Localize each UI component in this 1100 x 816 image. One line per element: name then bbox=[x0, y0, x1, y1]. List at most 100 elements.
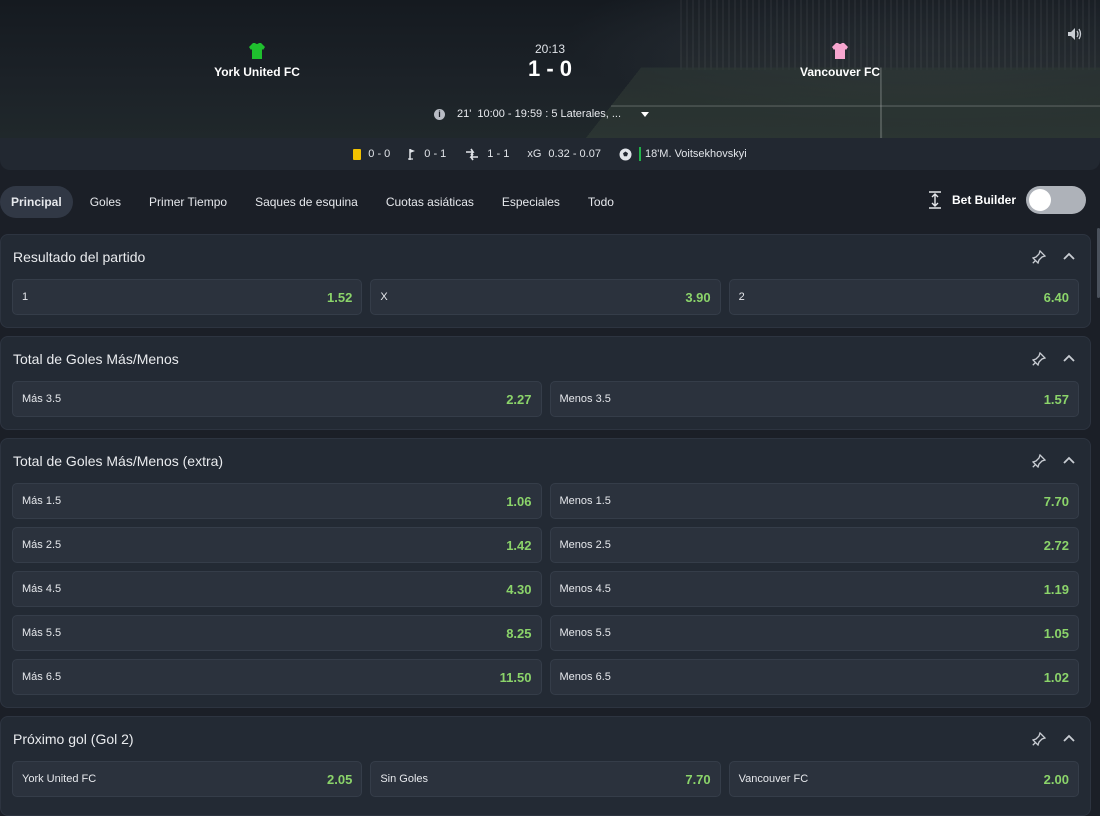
odd-label: Más 6.5 bbox=[22, 671, 62, 683]
odd-button[interactable]: X 3.90 bbox=[370, 279, 721, 315]
goal-scorer-stat: 18'M. Voitsekhovskyi bbox=[619, 147, 747, 161]
bet-builder: Bet Builder bbox=[928, 186, 1087, 214]
odd-button[interactable]: Menos 5.5 1.05 bbox=[549, 615, 1079, 651]
odd-value: 6.40 bbox=[1043, 289, 1069, 305]
odd-button[interactable]: Vancouver FC 2.00 bbox=[728, 761, 1079, 797]
pin-icon[interactable] bbox=[1032, 250, 1046, 264]
odd-button[interactable]: Más 2.5 1.42 bbox=[12, 527, 542, 563]
odd-button[interactable]: Más 3.5 2.27 bbox=[12, 381, 542, 417]
odd-value: 1.42 bbox=[506, 537, 532, 553]
odd-button[interactable]: Más 4.5 4.30 bbox=[12, 571, 542, 607]
bet-builder-label: Bet Builder bbox=[952, 193, 1017, 207]
odd-label: Vancouver FC bbox=[738, 773, 809, 785]
odd-button[interactable]: Más 5.5 8.25 bbox=[12, 615, 542, 651]
odd-value: 1.02 bbox=[1043, 669, 1069, 685]
goal-marker bbox=[638, 147, 641, 161]
odd-label: Menos 1.5 bbox=[559, 495, 611, 507]
bet-builder-toggle[interactable] bbox=[1026, 186, 1087, 214]
corner-flag-icon bbox=[408, 149, 416, 160]
match-clock: 20:13 bbox=[534, 42, 566, 56]
away-shirt-icon bbox=[832, 43, 848, 59]
odds-row: 1 1.52 X 3.90 2 6.40 bbox=[1, 279, 1090, 315]
toggle-knob bbox=[1029, 189, 1052, 211]
pin-icon[interactable] bbox=[1032, 732, 1046, 746]
odd-value: 1.06 bbox=[506, 493, 532, 509]
market-tabs: Principal Goles Primer Tiempo Saques de … bbox=[0, 186, 628, 218]
tab-primer-tiempo[interactable]: Primer Tiempo bbox=[135, 186, 241, 218]
odd-button[interactable]: Más 6.5 11.50 bbox=[12, 659, 542, 695]
tab-especiales[interactable]: Especiales bbox=[488, 186, 574, 218]
odd-label: Más 2.5 bbox=[22, 539, 62, 551]
odds-row: Más 5.5 8.25 Menos 5.5 1.05 bbox=[1, 615, 1090, 651]
pin-icon[interactable] bbox=[1032, 454, 1046, 468]
odd-button[interactable]: Menos 6.5 1.02 bbox=[549, 659, 1079, 695]
xg-stat: xG 0.32 - 0.07 bbox=[527, 148, 601, 160]
xg-label: xG bbox=[527, 148, 542, 160]
chevron-up-icon[interactable] bbox=[1063, 353, 1075, 363]
odd-value: 1.19 bbox=[1043, 581, 1069, 597]
match-info-dropdown[interactable]: i 21' 10:00 - 19:59 : 5 Laterales, ... bbox=[434, 106, 650, 122]
chevron-up-icon[interactable] bbox=[1063, 251, 1075, 261]
match-stats-bar: 0 - 0 0 - 1 1 - 1 xG 0.32 - 0.07 18'M. V… bbox=[0, 138, 1100, 170]
odd-value: 1.05 bbox=[1043, 625, 1069, 641]
match-score: 1 - 0 bbox=[527, 56, 573, 81]
odd-button[interactable]: York United FC 2.05 bbox=[12, 761, 363, 797]
odd-value: 8.25 bbox=[506, 625, 532, 641]
market-header[interactable]: Total de Goles Más/Menos bbox=[1, 337, 1090, 381]
odd-value: 2.00 bbox=[1043, 771, 1069, 787]
market-header[interactable]: Resultado del partido bbox=[1, 235, 1090, 279]
odd-label: Más 1.5 bbox=[22, 495, 62, 507]
odd-button[interactable]: Sin Goles 7.70 bbox=[370, 761, 721, 797]
odd-button[interactable]: 1 1.52 bbox=[12, 279, 363, 315]
home-shirt-icon bbox=[249, 43, 265, 59]
tab-principal[interactable]: Principal bbox=[0, 186, 73, 218]
market-total-goles: Total de Goles Más/Menos Más 3.5 2.27 Men… bbox=[0, 336, 1091, 430]
market-title: Resultado del partido bbox=[13, 249, 146, 265]
odds-row: Más 1.5 1.06 Menos 1.5 7.70 bbox=[1, 483, 1090, 519]
goal-scorer: 18'M. Voitsekhovskyi bbox=[644, 148, 747, 160]
odd-button[interactable]: Menos 4.5 1.19 bbox=[549, 571, 1079, 607]
chevron-up-icon[interactable] bbox=[1063, 455, 1075, 465]
home-team-name: York United FC bbox=[214, 65, 300, 79]
speaker-icon[interactable] bbox=[1067, 27, 1083, 41]
corners-value: 0 - 1 bbox=[424, 148, 447, 160]
odd-value: 2.72 bbox=[1043, 537, 1069, 553]
market-title: Total de Goles Más/Menos bbox=[13, 351, 179, 367]
odd-button[interactable]: Más 1.5 1.06 bbox=[12, 483, 542, 519]
market-title: Próximo gol (Gol 2) bbox=[13, 731, 134, 747]
chevron-up-icon[interactable] bbox=[1063, 733, 1075, 743]
cards-value: 0 - 0 bbox=[368, 148, 391, 160]
substitutions-value: 1 - 1 bbox=[487, 148, 510, 160]
market-proximo-gol: Próximo gol (Gol 2) York United FC 2.05 S… bbox=[0, 716, 1091, 816]
odd-label: Más 3.5 bbox=[22, 393, 62, 405]
odd-label: Más 4.5 bbox=[22, 583, 62, 595]
caret-down-icon bbox=[641, 111, 650, 117]
tab-saques-de-esquina[interactable]: Saques de esquina bbox=[241, 186, 372, 218]
tab-todo[interactable]: Todo bbox=[574, 186, 628, 218]
odd-value: 3.90 bbox=[685, 289, 711, 305]
substitutions-stat: 1 - 1 bbox=[464, 148, 509, 161]
pin-icon[interactable] bbox=[1032, 352, 1046, 366]
odds-row: Más 2.5 1.42 Menos 2.5 2.72 bbox=[1, 527, 1090, 563]
odd-label: Sin Goles bbox=[380, 773, 429, 785]
odd-label: Menos 5.5 bbox=[559, 627, 611, 639]
match-info-text: 10:00 - 19:59 : 5 Laterales, ... bbox=[477, 108, 622, 120]
odd-value: 1.52 bbox=[327, 289, 353, 305]
tab-cuotas-asiaticas[interactable]: Cuotas asiáticas bbox=[372, 186, 488, 218]
odd-label: X bbox=[380, 291, 388, 303]
market-total-goles-extra: Total de Goles Más/Menos (extra) Más 1.5… bbox=[0, 438, 1091, 708]
market-title: Total de Goles Más/Menos (extra) bbox=[13, 453, 224, 469]
bet-builder-icon bbox=[929, 191, 941, 209]
odd-value: 11.50 bbox=[499, 669, 532, 685]
market-header[interactable]: Total de Goles Más/Menos (extra) bbox=[1, 439, 1090, 483]
corners-stat: 0 - 1 bbox=[408, 148, 446, 160]
market-header[interactable]: Próximo gol (Gol 2) bbox=[1, 717, 1090, 761]
odd-value: 2.27 bbox=[506, 391, 532, 407]
odd-button[interactable]: 2 6.40 bbox=[728, 279, 1079, 315]
home-team: York United FC bbox=[157, 42, 357, 79]
odd-button[interactable]: Menos 2.5 2.72 bbox=[549, 527, 1079, 563]
odd-button[interactable]: Menos 1.5 7.70 bbox=[549, 483, 1079, 519]
odd-button[interactable]: Menos 3.5 1.57 bbox=[549, 381, 1079, 417]
xg-value: 0.32 - 0.07 bbox=[548, 148, 601, 160]
tab-goles[interactable]: Goles bbox=[76, 186, 135, 218]
